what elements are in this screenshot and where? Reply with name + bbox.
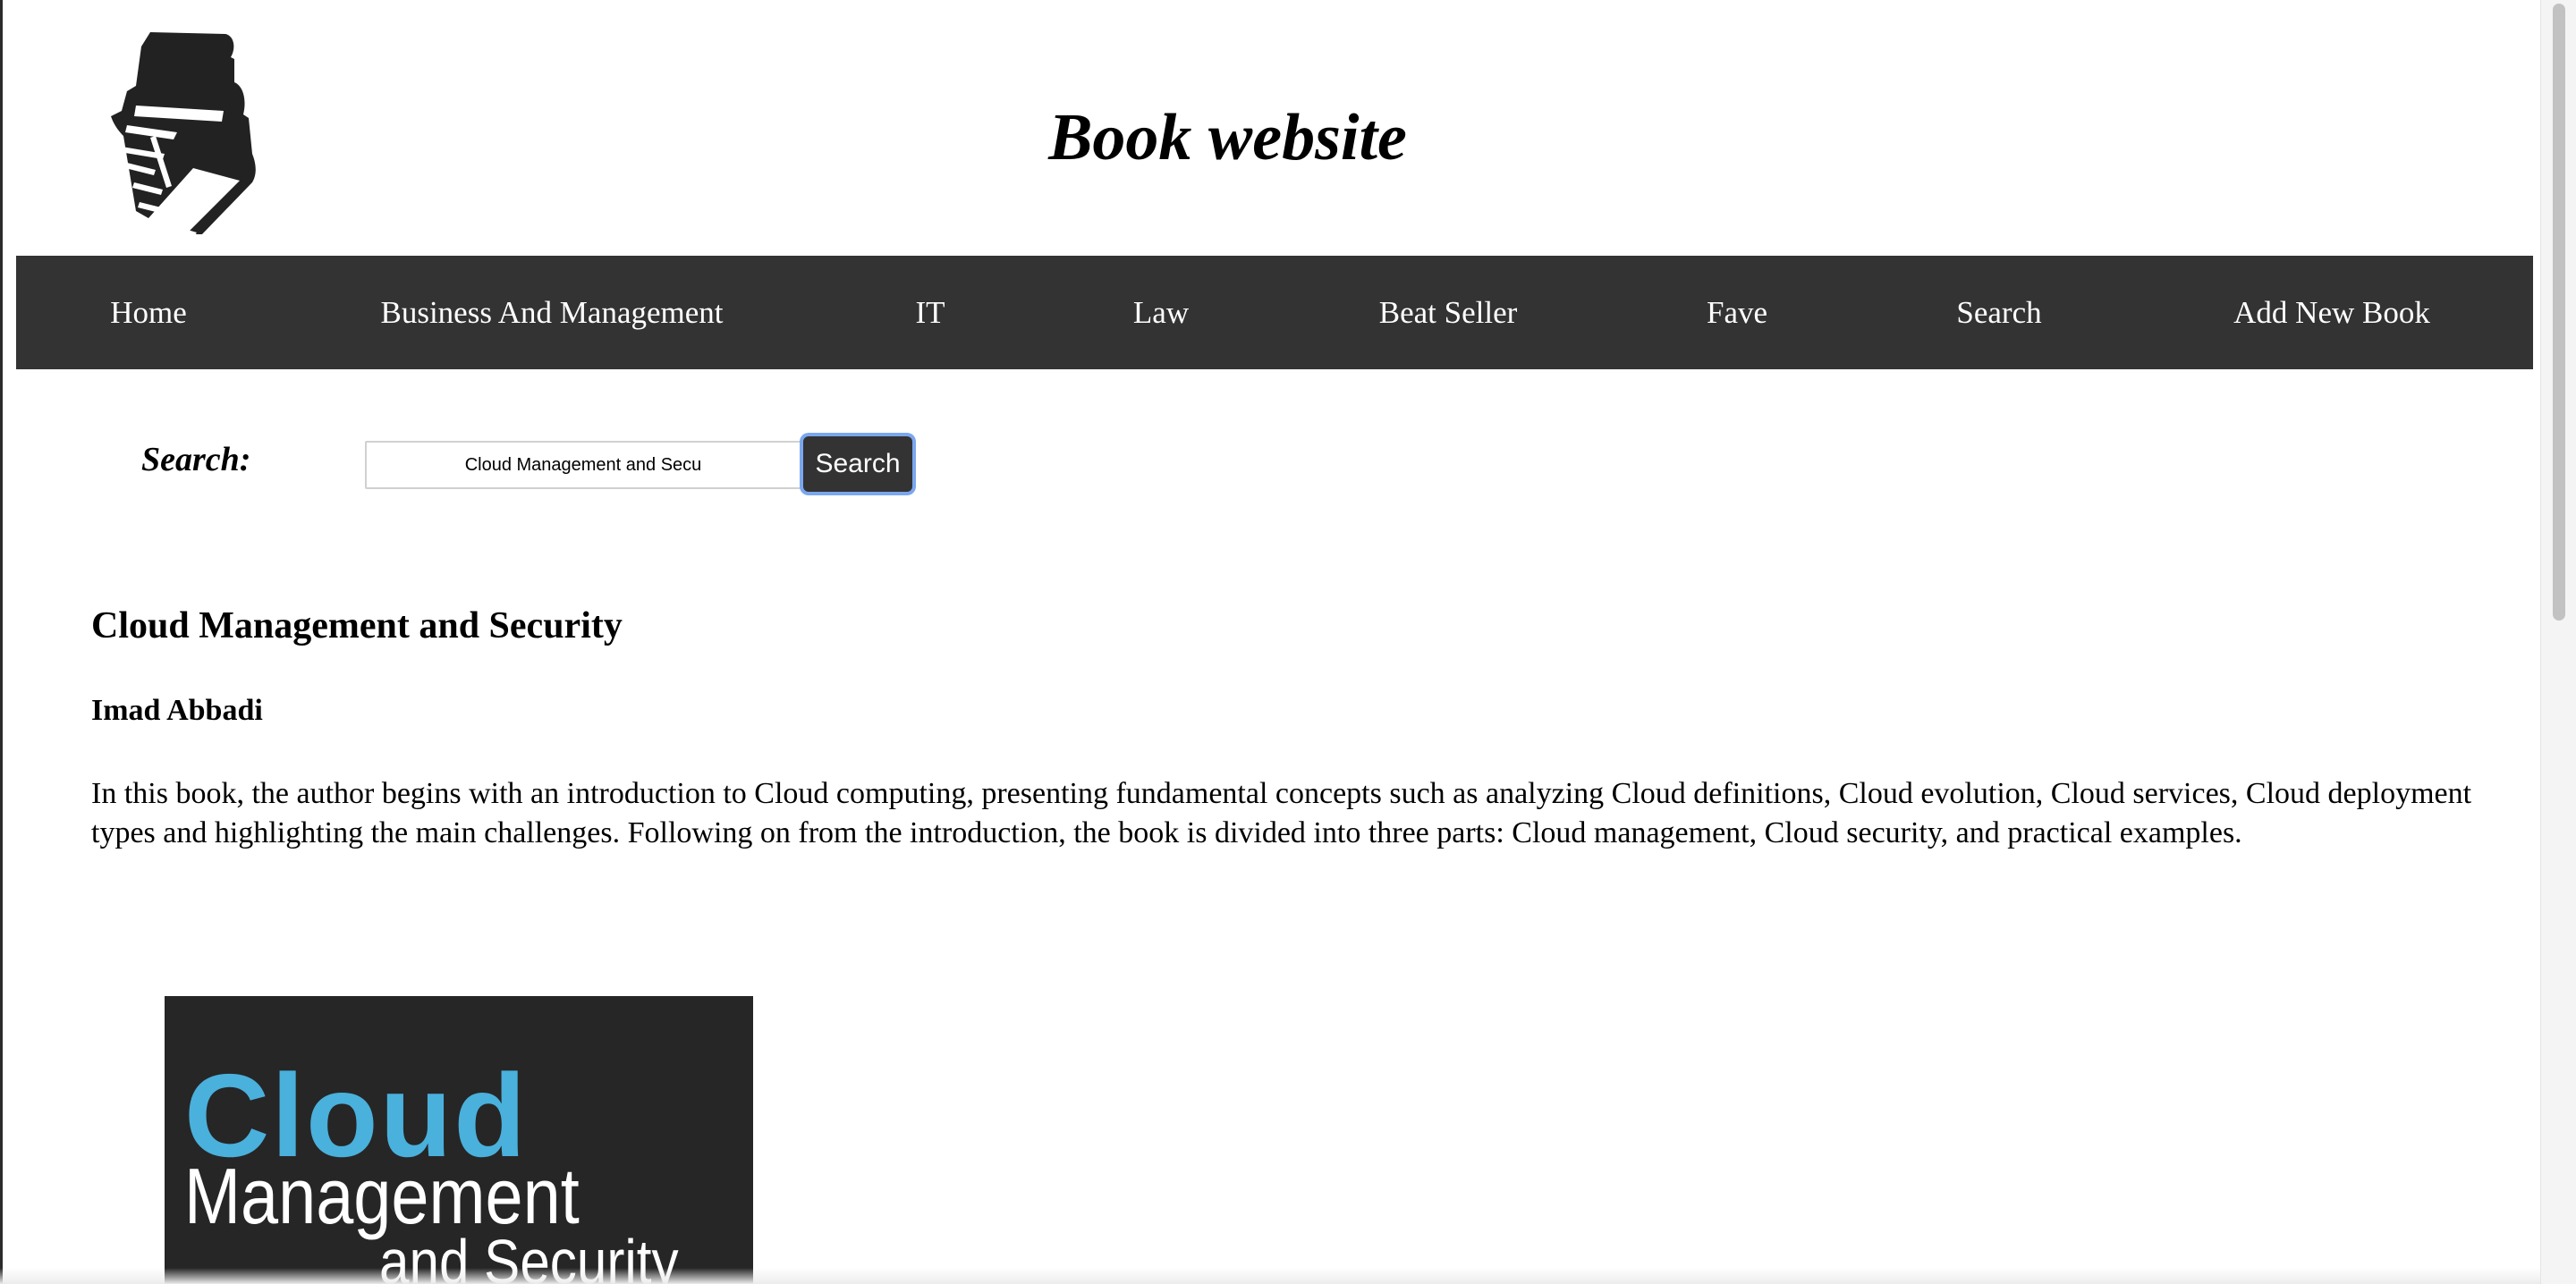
search-label: Search: — [141, 441, 251, 478]
search-button[interactable]: Search — [803, 436, 912, 492]
cover-title-line-2: Management — [184, 1152, 580, 1240]
nav-item-home[interactable]: Home — [110, 256, 187, 369]
nav-item-law[interactable]: Law — [1133, 256, 1189, 369]
main-nav: Home Business And Management IT Law Beat… — [16, 256, 2533, 369]
window-edge — [0, 0, 3, 1284]
nav-item-business-and-management[interactable]: Business And Management — [380, 256, 723, 369]
book-description: In this book, the author begins with an … — [91, 777, 2472, 849]
site-title: Book website — [1048, 101, 1407, 174]
nav-item-beat-seller[interactable]: Beat Seller — [1379, 256, 1518, 369]
book-title: Cloud Management and Security — [91, 605, 623, 646]
book-cover-image: Cloud Management and Security — [165, 996, 753, 1284]
nav-item-add-new-book[interactable]: Add New Book — [2233, 256, 2430, 369]
bottom-shade — [0, 1268, 2540, 1284]
nav-item-fave[interactable]: Fave — [1707, 256, 1767, 369]
nav-item-it[interactable]: IT — [915, 256, 945, 369]
search-input[interactable] — [365, 441, 801, 489]
nav-item-search[interactable]: Search — [1956, 256, 2041, 369]
book-author: Imad Abbadi — [91, 694, 263, 727]
scrollbar-thumb[interactable] — [2553, 4, 2565, 621]
